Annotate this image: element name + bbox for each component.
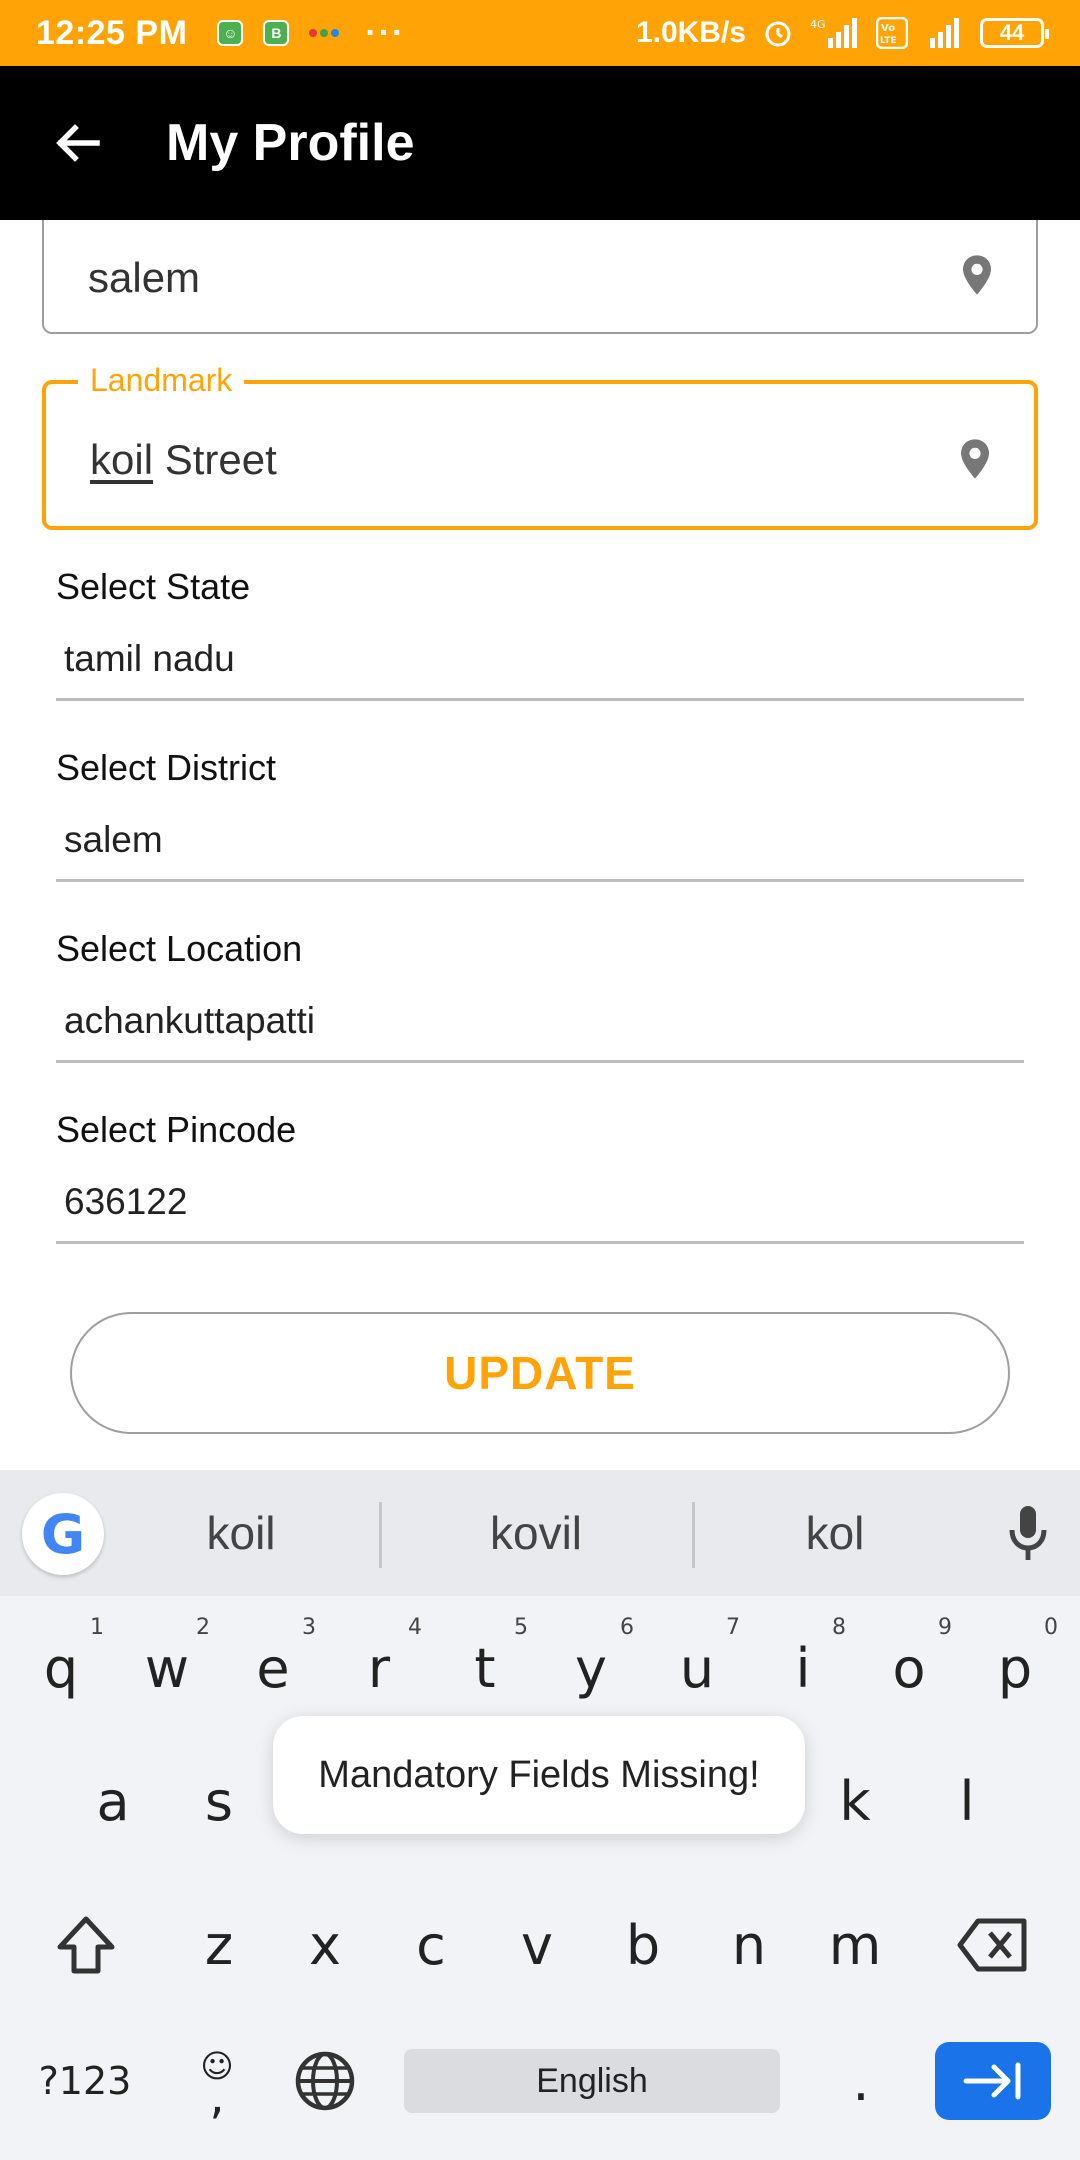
app-notification-icon: ☺: [217, 20, 244, 46]
shift-icon: [57, 1916, 115, 1974]
key-z[interactable]: z: [166, 1890, 272, 2000]
battery-icon: 44: [980, 18, 1049, 48]
alarm-icon: [765, 21, 791, 47]
key-k[interactable]: k: [802, 1746, 908, 1856]
next-key[interactable]: [935, 2042, 1051, 2120]
volte-icon: Vo LTE: [876, 17, 908, 49]
back-button[interactable]: [50, 115, 106, 171]
divider: [56, 698, 1024, 701]
key-y[interactable]: y6: [538, 1613, 644, 1723]
battery-level: 44: [999, 20, 1025, 45]
toast-message: Mandatory Fields Missing!: [273, 1716, 805, 1834]
key-n[interactable]: n: [696, 1890, 802, 2000]
suggestion-3[interactable]: kol: [720, 1470, 950, 1596]
key-p[interactable]: p0: [962, 1613, 1068, 1723]
suggestion-2[interactable]: kovil: [420, 1470, 652, 1596]
divider: [56, 879, 1024, 882]
district-select[interactable]: Select District salem: [56, 747, 1024, 882]
key-b[interactable]: b: [590, 1890, 696, 2000]
microphone-icon[interactable]: [1004, 1504, 1052, 1564]
status-right: 1.0KB/s 4G Vo LTE 44: [635, 0, 1049, 66]
notification-icons: ☺ B ···: [217, 14, 405, 53]
arrow-next-icon: [963, 2062, 1021, 2100]
pincode-label: Select Pincode: [56, 1109, 297, 1150]
globe-icon: [295, 2051, 355, 2111]
city-field[interactable]: salem: [42, 220, 1038, 334]
district-value: salem: [64, 819, 163, 860]
landmark-value-rest: Street: [153, 436, 277, 483]
update-button[interactable]: UPDATE: [70, 1312, 1010, 1434]
whatsapp-business-icon: B: [263, 20, 290, 46]
signal-4g-icon: 4G: [810, 18, 857, 48]
location-select[interactable]: Select Location achankuttapatti: [56, 928, 1024, 1063]
symbols-key[interactable]: ?123: [22, 2026, 148, 2136]
divider: [379, 1502, 382, 1568]
state-select[interactable]: Select State tamil nadu: [56, 566, 1024, 701]
period-key[interactable]: .: [808, 2026, 914, 2136]
landmark-field-value: koil Street: [90, 436, 277, 484]
key-t[interactable]: t5: [432, 1613, 538, 1723]
svg-text:4G: 4G: [810, 18, 826, 31]
pincode-select[interactable]: Select Pincode 636122: [56, 1109, 1024, 1244]
key-v[interactable]: v: [484, 1890, 590, 2000]
key-c[interactable]: c: [378, 1890, 484, 2000]
backspace-icon: [957, 1918, 1027, 1972]
location-pin-icon[interactable]: [958, 438, 992, 480]
key-u[interactable]: u7: [644, 1613, 750, 1723]
state-label: Select State: [56, 566, 251, 607]
location-value: achankuttapatti: [64, 1000, 315, 1041]
key-w[interactable]: w2: [114, 1613, 220, 1723]
page-title: My Profile: [166, 114, 415, 172]
backspace-key[interactable]: [935, 1890, 1051, 2000]
space-key[interactable]: English: [404, 2049, 780, 2113]
status-bar: 12:25 PM ☺ B ··· 1.0KB/s 4G Vo LTE 44: [0, 0, 1080, 66]
landmark-composing-word: koil: [90, 436, 154, 483]
key-a[interactable]: a: [60, 1746, 166, 1856]
comma-key[interactable]: ☺ ,: [164, 2026, 270, 2136]
google-icon[interactable]: G: [22, 1493, 104, 1575]
key-i[interactable]: i8: [750, 1613, 856, 1723]
suggestion-bar: G koil kovil kol: [0, 1470, 1080, 1596]
key-l[interactable]: l: [914, 1746, 1020, 1856]
language-key[interactable]: [270, 2026, 380, 2136]
landmark-field[interactable]: Landmark koil Street: [42, 362, 1038, 530]
divider: [56, 1060, 1024, 1063]
state-value: tamil nadu: [64, 638, 235, 679]
arrow-back-icon: [56, 124, 100, 162]
key-s[interactable]: s: [166, 1746, 272, 1856]
key-q[interactable]: q1: [8, 1613, 114, 1723]
landmark-label: Landmark: [78, 362, 245, 399]
svg-text:LTE: LTE: [880, 36, 897, 46]
divider: [692, 1502, 695, 1568]
status-time: 12:25 PM: [36, 13, 188, 52]
district-label: Select District: [56, 747, 277, 788]
app-bar: My Profile: [0, 66, 1080, 220]
key-o[interactable]: o9: [856, 1613, 962, 1723]
key-e[interactable]: e3: [220, 1613, 326, 1723]
network-speed: 1.0KB/s: [635, 16, 746, 49]
city-field-value: salem: [88, 254, 201, 301]
key-r[interactable]: r4: [326, 1613, 432, 1723]
suggestion-1[interactable]: koil: [130, 1470, 352, 1596]
key-m[interactable]: m: [802, 1890, 908, 2000]
divider: [56, 1241, 1024, 1244]
shift-key[interactable]: [28, 1890, 144, 2000]
app-dots-icon: [309, 29, 340, 37]
signal-icon: [930, 18, 959, 48]
more-notifications-icon: ···: [365, 13, 406, 52]
location-pin-icon[interactable]: [960, 254, 994, 296]
location-label: Select Location: [56, 928, 303, 969]
key-x[interactable]: x: [272, 1890, 378, 2000]
profile-form: salem Landmark koil Street Select State …: [0, 220, 1080, 1470]
pincode-value: 636122: [64, 1181, 188, 1222]
svg-text:Vo: Vo: [881, 23, 895, 34]
